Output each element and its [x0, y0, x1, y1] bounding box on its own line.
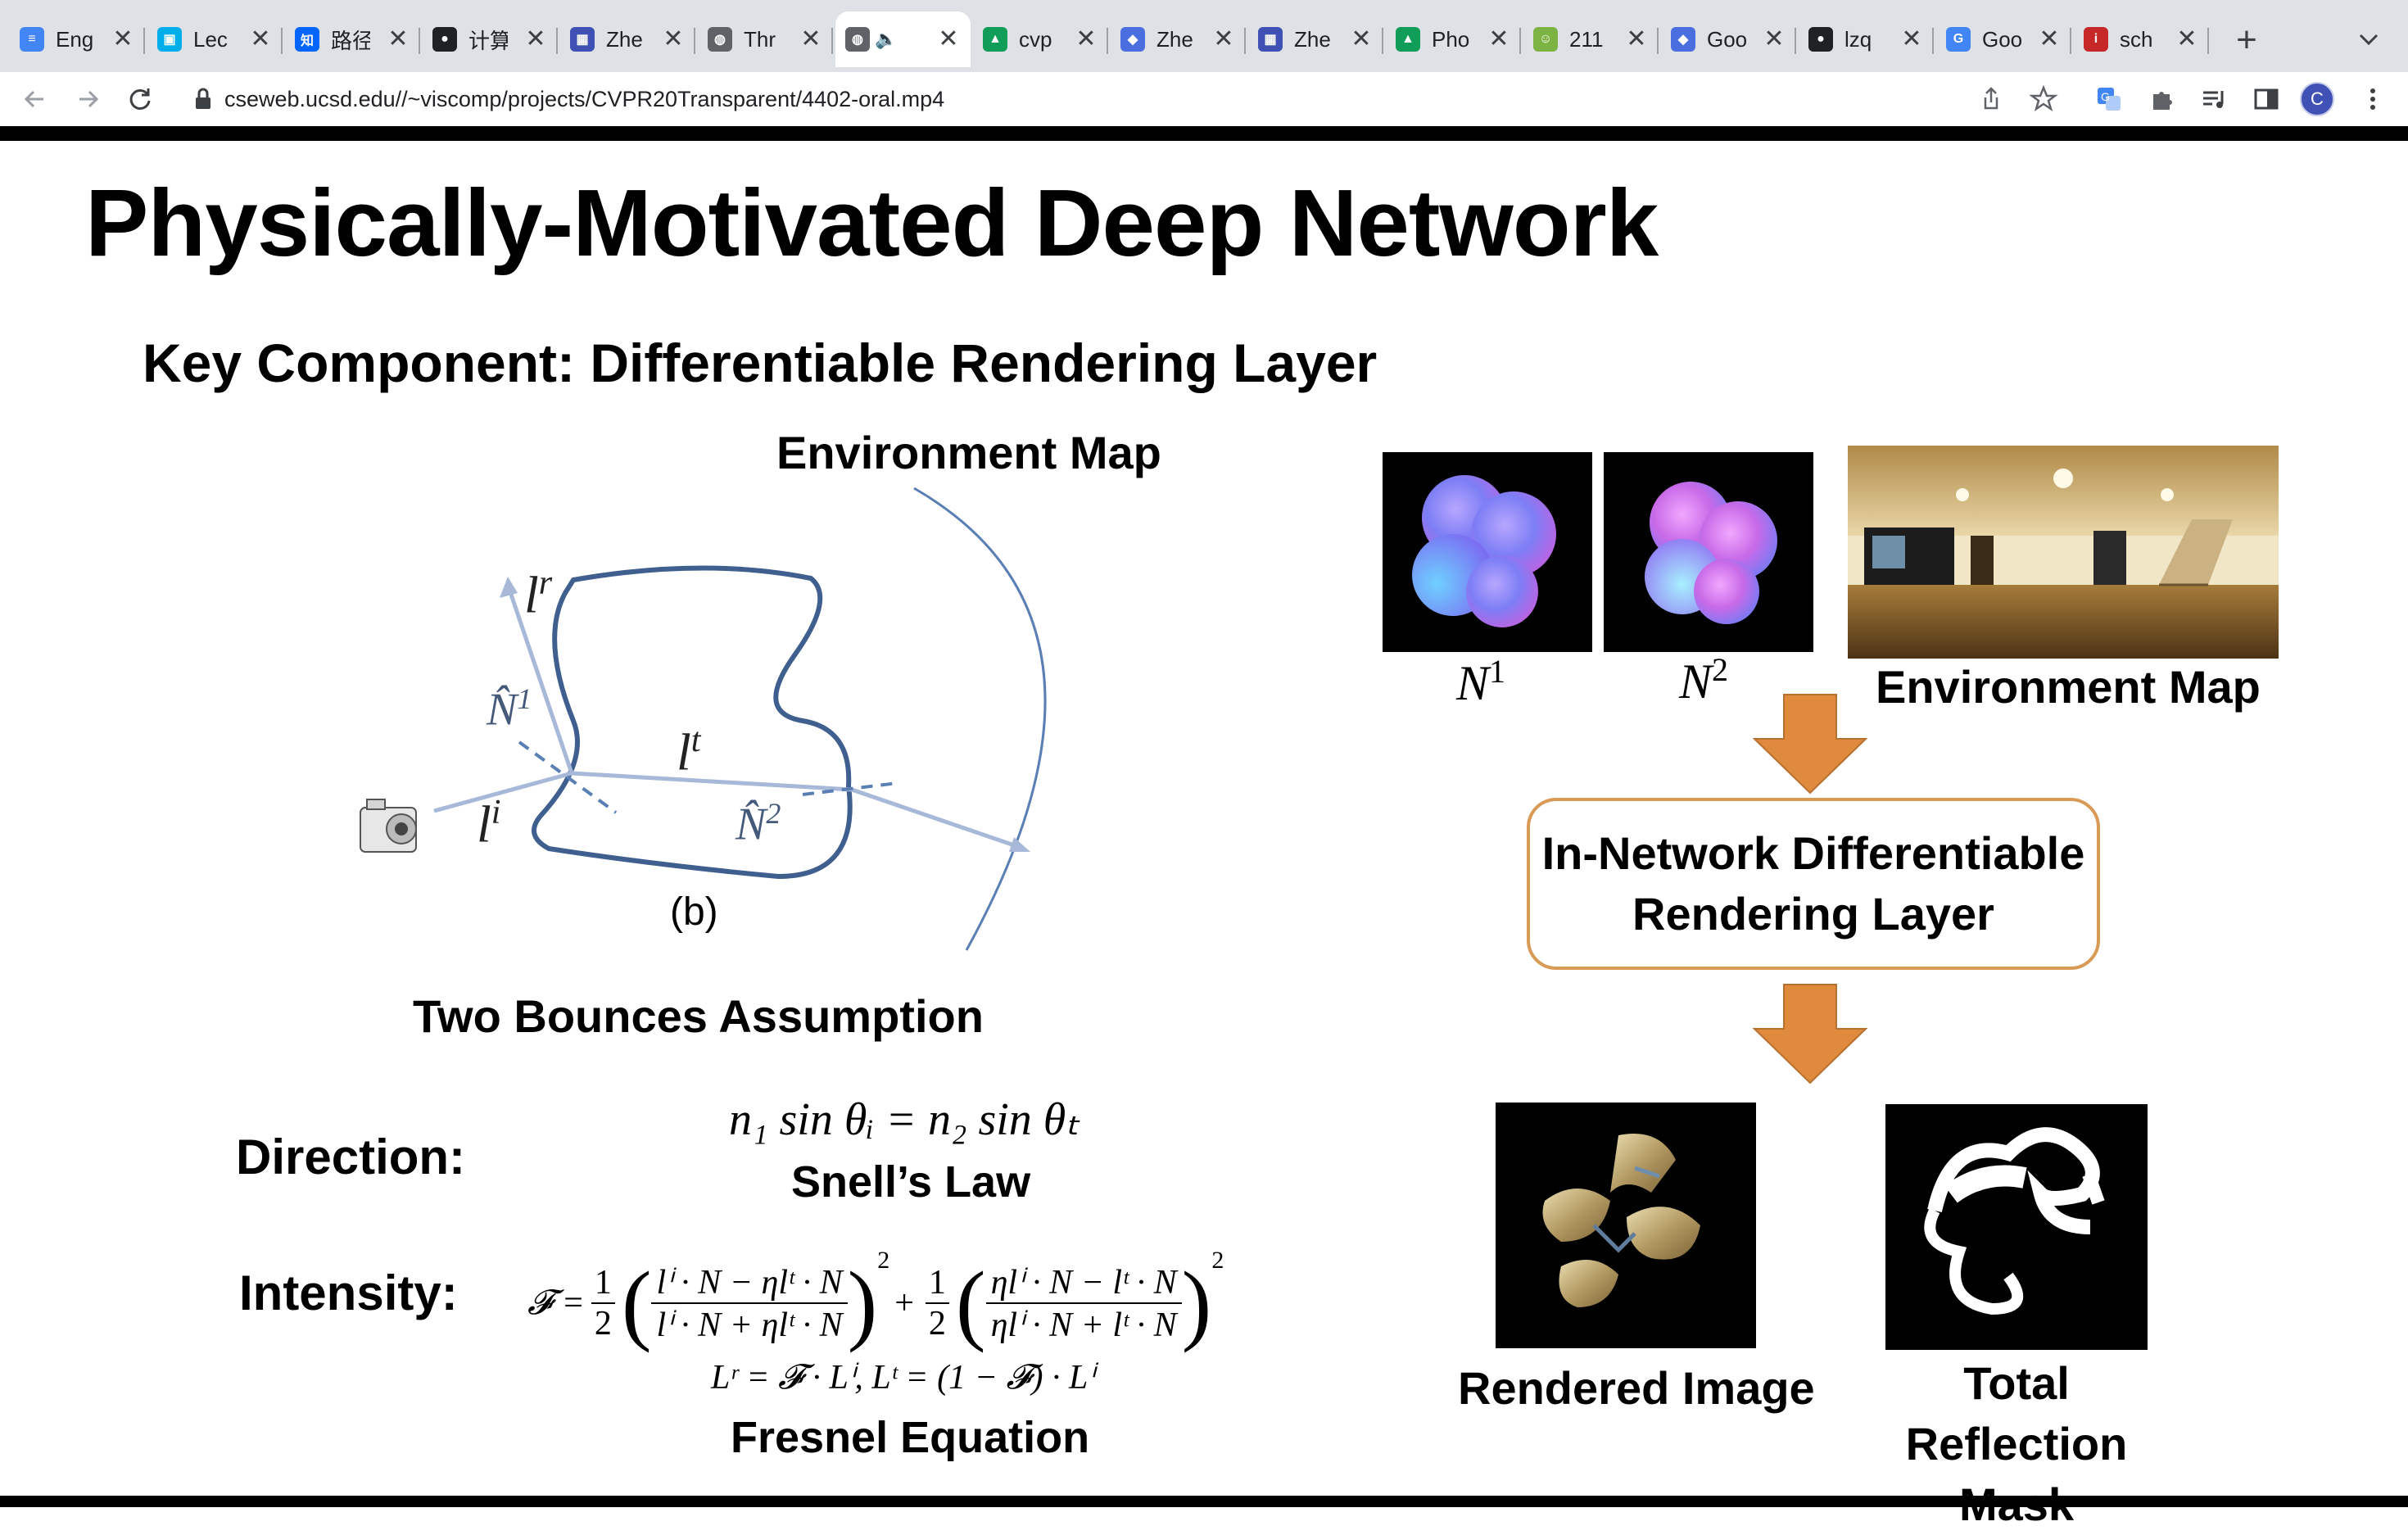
- environment-map-label: Environment Map: [1876, 661, 2261, 713]
- reflected-light-label: lr: [524, 564, 553, 624]
- intensity-label: Intensity:: [239, 1266, 458, 1320]
- fresnel-radiance-equation: Lʳ = 𝓕 · Lⁱ, Lᵗ = (1 − 𝓕) · Lⁱ: [711, 1359, 1094, 1397]
- normal-n1-label: N̂1: [487, 682, 532, 736]
- half-fraction-2: 12: [925, 1263, 949, 1343]
- normal-n2-label: N̂2: [736, 797, 781, 850]
- incident-light-label: li: [477, 794, 501, 854]
- transmitted-light-label: lt: [677, 722, 701, 781]
- environment-map-panorama: [1848, 446, 2279, 659]
- n2-label: N2: [1679, 651, 1729, 709]
- rendered-object: [1542, 1134, 1700, 1307]
- normal-n1-dashed: [518, 740, 618, 814]
- plus-sign: +: [894, 1284, 914, 1322]
- fresnel-fraction-1: lⁱ · N − ηlᵗ · Nlⁱ · N + ηlᵗ · N: [651, 1261, 848, 1345]
- fresnel-fraction-2: ηlⁱ · N − lᵗ · Nηlⁱ · N + lᵗ · N: [985, 1261, 1182, 1345]
- environment-map-arc: [913, 487, 1047, 951]
- paren-open-1: (: [621, 1253, 652, 1353]
- reflected-ray-arrowhead: [500, 577, 518, 598]
- down-arrow-2-icon: [1753, 984, 1867, 1084]
- fresnel-equation: 𝓕 = 12 ( lⁱ · N − ηlᵗ · Nlⁱ · N + ηlᵗ · …: [527, 1242, 1224, 1365]
- snell-equation: n₁ sin θᵢ = n₂ sin θₜ: [729, 1094, 1080, 1145]
- environment-map-image: [1848, 446, 2279, 659]
- n1-label: N1: [1456, 653, 1506, 710]
- exit-ray-arrowhead: [1009, 837, 1030, 852]
- normal-map-n1-image: [1383, 452, 1592, 652]
- diagram-caption: (b): [670, 890, 718, 934]
- paren-close-1: ): [847, 1253, 878, 1353]
- snell-law-label: Snell’s Law: [791, 1157, 1031, 1207]
- rendering-layer-line2: Rendering Layer: [1632, 888, 1994, 940]
- normal-map-n2-image: [1604, 452, 1813, 652]
- exponent-2: 2: [1211, 1247, 1224, 1274]
- exponent-1: 2: [877, 1247, 890, 1274]
- normal-map-n2-blobs: [1645, 482, 1777, 624]
- total-reflection-mask-label: Total Reflection Mask: [1853, 1353, 2180, 1535]
- mask-label-line1: Total Reflection: [1905, 1357, 2128, 1469]
- mask-label-line2: Mask: [1958, 1478, 2075, 1530]
- reflection-mask-shape: [1924, 1127, 2105, 1315]
- paren-close-2: ): [1181, 1253, 1212, 1353]
- half-fraction-1: 12: [591, 1263, 615, 1343]
- direction-label: Direction:: [236, 1130, 466, 1184]
- rendering-layer-line1: In-Network Differentiable: [1541, 827, 2085, 879]
- normal-map-n1-blobs: [1412, 475, 1556, 627]
- total-reflection-mask-image: [1885, 1104, 2148, 1350]
- transmitted-ray: [571, 771, 853, 792]
- paren-open-2: (: [955, 1253, 986, 1353]
- rendered-image: [1496, 1103, 1756, 1348]
- camera-icon: [360, 799, 417, 853]
- fresnel-symbol: 𝓕 =: [527, 1284, 585, 1322]
- rendered-image-label: Rendered Image: [1458, 1362, 1815, 1414]
- down-arrow-1-icon: [1753, 694, 1867, 795]
- exit-ray: [851, 787, 1025, 851]
- rendering-layer-box: In-Network Differentiable Rendering Laye…: [1527, 798, 2100, 970]
- two-bounces-assumption-label: Two Bounces Assumption: [413, 990, 984, 1042]
- fresnel-equation-label: Fresnel Equation: [731, 1413, 1090, 1462]
